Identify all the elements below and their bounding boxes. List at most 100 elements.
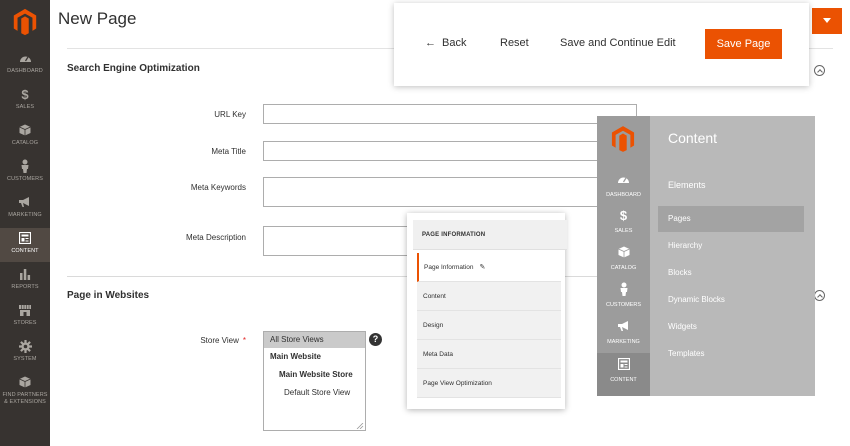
dashboard-icon	[0, 50, 50, 66]
overlay-nav-label: Marketing	[607, 339, 640, 345]
gear-icon	[0, 338, 50, 354]
sidebar-item-label: Reports	[11, 284, 39, 290]
magento-logo	[611, 126, 635, 152]
sticky-action-toolbar: ← Back Reset Save and Continue Edit Save …	[394, 3, 809, 86]
megaphone-icon	[0, 194, 50, 210]
overlay-nav-customers[interactable]: Customers	[597, 278, 650, 316]
sidebar-item-customers[interactable]: Customers	[0, 156, 50, 190]
dollar-icon: $	[619, 207, 628, 223]
submenu-section-title: Elements	[668, 180, 706, 190]
meta-title-input[interactable]	[263, 141, 637, 161]
meta-keywords-label: Meta Keywords	[190, 183, 246, 192]
meta-description-textarea[interactable]	[263, 226, 423, 256]
dashboard-icon	[597, 171, 650, 187]
back-label: Back	[442, 37, 467, 49]
url-key-input[interactable]	[263, 104, 637, 124]
sidebar-item-label: Catalog	[11, 140, 39, 146]
sidebar-item-label: Find Partners & Extensions	[2, 392, 48, 405]
submenu-link-templates[interactable]: Templates	[658, 341, 804, 367]
submenu-link-dynamic-blocks[interactable]: Dynamic Blocks	[658, 287, 804, 313]
arrow-left-icon: ←	[425, 37, 436, 49]
sidebar-item-label: System	[13, 356, 37, 362]
panel-item-content[interactable]: Content	[417, 282, 561, 311]
panel-title: PAGE INFORMATION	[413, 220, 567, 250]
submenu-link-hierarchy[interactable]: Hierarchy	[658, 233, 804, 259]
sidebar-item-label: Stores	[13, 320, 37, 326]
store-view-option[interactable]: Default Store View	[264, 385, 365, 401]
cube-icon	[0, 374, 50, 390]
collapse-icon[interactable]	[814, 65, 825, 76]
store-view-group-store: Main Website Store	[279, 370, 353, 379]
sidebar-item-sales[interactable]: $ Sales	[0, 84, 50, 118]
sidebar-item-marketing[interactable]: Marketing	[0, 192, 50, 226]
sidebar-item-system[interactable]: System	[0, 336, 50, 370]
overlay-nav-sales[interactable]: $ Sales	[597, 204, 650, 242]
sidebar-item-find-partners[interactable]: Find Partners & Extensions	[0, 372, 50, 414]
sidebar-item-reports[interactable]: Reports	[0, 264, 50, 298]
content-icon	[597, 356, 650, 372]
panel-item-meta-data[interactable]: Meta Data	[417, 340, 561, 369]
help-icon[interactable]: ?	[369, 333, 382, 346]
overlay-nav-label: Customers	[605, 302, 642, 308]
meta-description-label: Meta Description	[185, 233, 246, 242]
sidebar-item-label: Sales	[15, 104, 35, 110]
resize-handle-icon[interactable]	[356, 423, 364, 429]
page-title: New Page	[58, 9, 137, 28]
url-key-label: URL Key	[214, 110, 246, 119]
sidebar-item-dashboard[interactable]: Dashboard	[0, 48, 50, 82]
overlay-nav-catalog[interactable]: Catalog	[597, 241, 650, 279]
sidebar-item-stores[interactable]: Stores	[0, 300, 50, 334]
content-icon	[0, 230, 50, 246]
bar-chart-icon	[0, 266, 50, 282]
person-icon	[597, 281, 650, 297]
submenu-title: Content	[668, 130, 718, 146]
websites-section-title[interactable]: Page in Websites	[67, 290, 149, 301]
required-mark: *	[242, 336, 246, 345]
reset-button[interactable]: Reset	[500, 37, 529, 49]
store-view-group-website: Main Website	[270, 352, 321, 361]
seo-section-title[interactable]: Search Engine Optimization	[67, 63, 200, 74]
pencil-icon: ✎	[479, 264, 486, 271]
sidebar-item-label: Content	[11, 248, 39, 254]
overlay-nav-label: Sales	[614, 228, 633, 234]
overlay-nav-marketing[interactable]: Marketing	[597, 315, 650, 353]
meta-keywords-textarea[interactable]	[263, 177, 637, 207]
sidebar-item-label: Customers	[7, 176, 43, 182]
panel-item-design[interactable]: Design	[417, 311, 561, 340]
box-icon	[597, 244, 650, 260]
store-view-option[interactable]: All Store Views	[264, 332, 365, 348]
panel-item-label: Page Information	[424, 264, 474, 271]
store-view-multiselect[interactable]: All Store Views Main Website Main Websit…	[263, 331, 366, 431]
magento-logo[interactable]	[12, 8, 38, 36]
overlay-nav-label: Dashboard	[606, 192, 641, 198]
dollar-icon: $	[21, 86, 29, 102]
caret-down-icon	[823, 18, 831, 23]
overlay-nav-dashboard[interactable]: Dashboard	[597, 168, 650, 206]
admin-sidebar: Dashboard $ Sales Catalog Customers Mark…	[0, 0, 50, 446]
page-information-panel: PAGE INFORMATION Page Information ✎ Conte…	[407, 213, 567, 409]
panel-item-page-view-optimization[interactable]: Page View Optimization	[417, 369, 561, 398]
actions-dropdown-button[interactable]	[812, 8, 842, 34]
store-view-label-text: Store View	[200, 336, 239, 345]
overlay-nav-label: Content	[610, 377, 637, 383]
person-icon	[0, 158, 50, 174]
overlay-logo	[597, 116, 650, 161]
submenu-link-widgets[interactable]: Widgets	[658, 314, 804, 340]
sidebar-item-label: Marketing	[8, 212, 42, 218]
overlay-nav-label: Catalog	[610, 265, 637, 271]
box-icon	[0, 122, 50, 138]
content-menu-overlay: Dashboard $ Sales Catalog Customers Mark…	[597, 116, 815, 396]
sidebar-item-content[interactable]: Content	[0, 228, 50, 262]
submenu-link-blocks[interactable]: Blocks	[658, 260, 804, 286]
sidebar-item-label: Dashboard	[7, 68, 43, 74]
panel-item-page-information[interactable]: Page Information ✎	[417, 253, 561, 282]
save-page-button[interactable]: Save Page	[705, 29, 782, 59]
overlay-nav-content[interactable]: Content	[597, 353, 650, 396]
meta-title-label: Meta Title	[211, 147, 246, 156]
submenu-link-pages[interactable]: Pages	[658, 206, 804, 232]
store-view-label: Store View *	[56, 336, 246, 345]
sidebar-item-catalog[interactable]: Catalog	[0, 120, 50, 154]
back-button[interactable]: ← Back	[425, 37, 466, 49]
save-and-continue-button[interactable]: Save and Continue Edit	[560, 37, 676, 49]
collapse-icon[interactable]	[814, 290, 825, 301]
